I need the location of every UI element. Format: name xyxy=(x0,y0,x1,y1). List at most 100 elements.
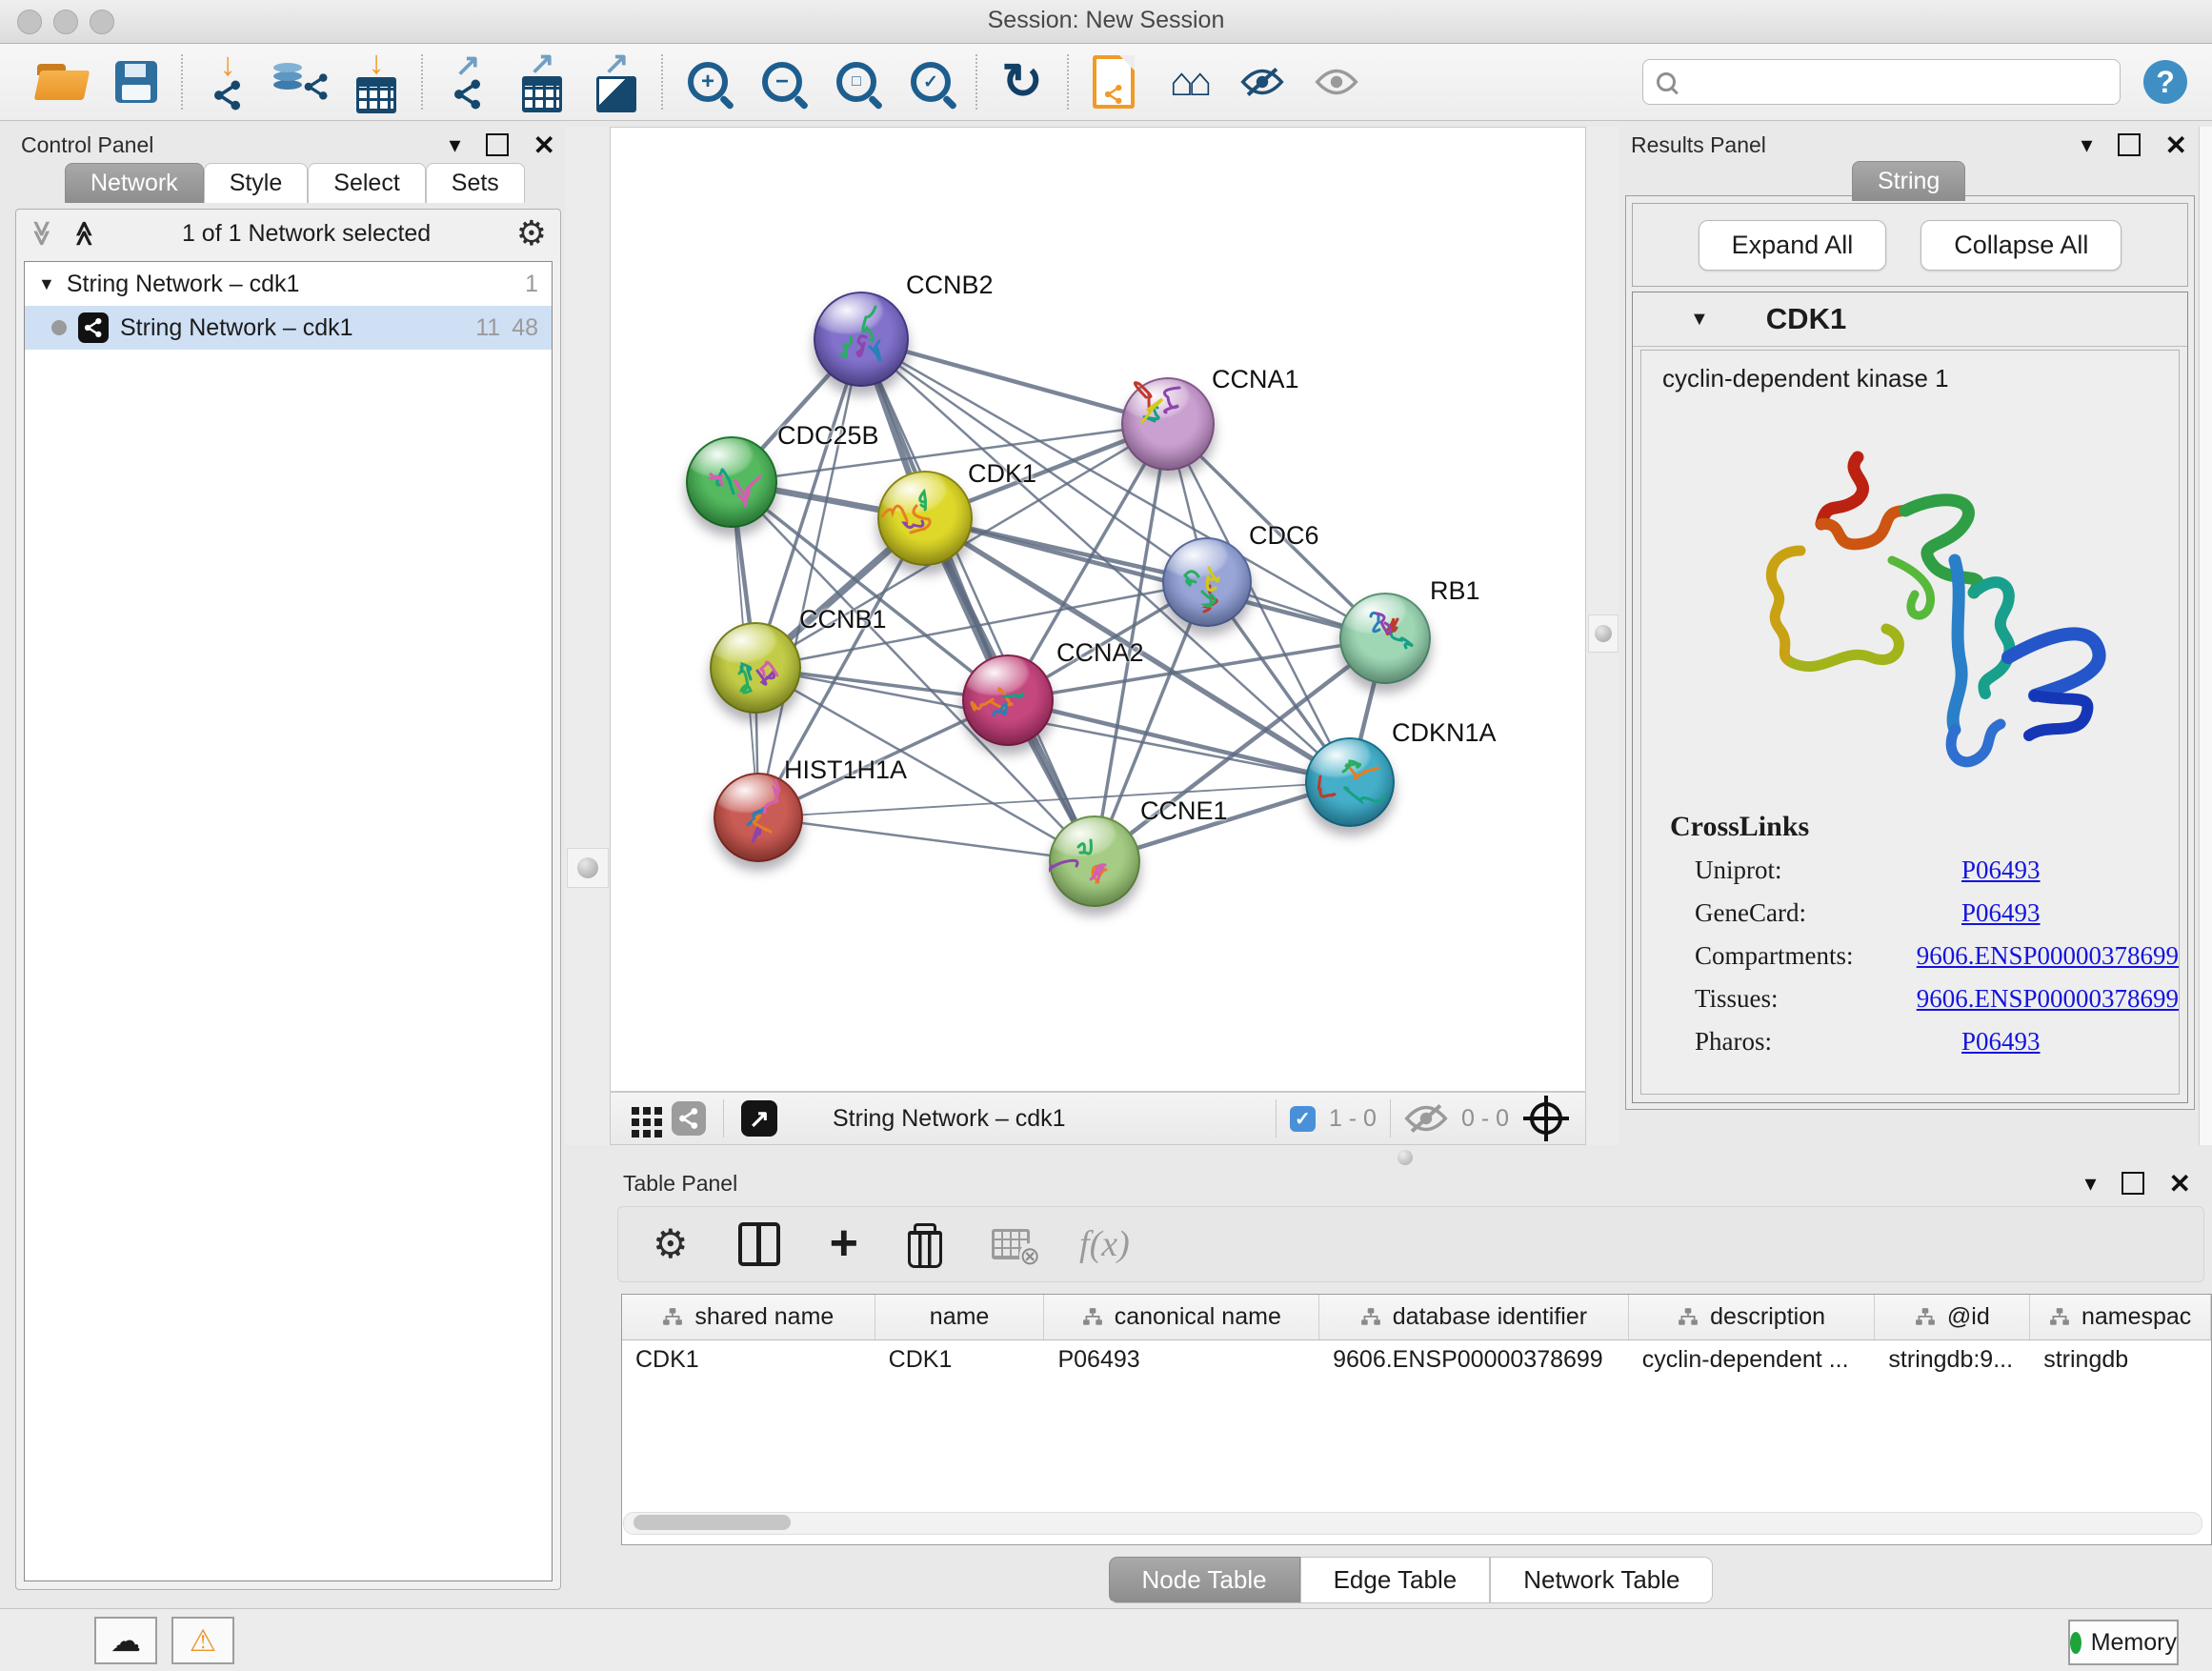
left-splitter[interactable] xyxy=(565,127,610,1145)
gene-section-header[interactable]: ▼ CDK1 xyxy=(1633,292,2187,347)
expand-all-networks-icon[interactable]: ≫ xyxy=(30,220,55,246)
show-columns-icon[interactable] xyxy=(738,1222,780,1266)
control-panel-float-icon[interactable] xyxy=(486,133,509,156)
crosslink-link[interactable]: P06493 xyxy=(1961,856,2041,885)
help-button[interactable]: ? xyxy=(2143,60,2187,104)
add-column-icon[interactable]: + xyxy=(830,1224,858,1264)
import-table-from-file-button[interactable]: ↓ xyxy=(339,51,413,112)
column-header-shared-name[interactable]: shared name xyxy=(622,1295,875,1339)
table-panel-float-icon[interactable] xyxy=(2122,1172,2144,1195)
export-image-button[interactable]: ↗ xyxy=(579,51,654,112)
tab-string[interactable]: String xyxy=(1852,161,1965,201)
section-collapse-triangle-icon[interactable]: ▼ xyxy=(1690,309,1709,331)
tab-select[interactable]: Select xyxy=(308,163,425,203)
crosslink-link[interactable]: P06493 xyxy=(1961,1027,2041,1057)
delete-column-icon[interactable] xyxy=(908,1231,942,1268)
open-session-button[interactable] xyxy=(25,51,99,112)
import-network-from-file-button[interactable]: ↓ xyxy=(191,51,265,112)
cell[interactable]: stringdb xyxy=(2030,1346,2211,1374)
network-canvas[interactable]: CCNB2CCNA1CDC25BCDK1CDC6RB1CCNB1CCNA2CDK… xyxy=(610,127,1586,1092)
tab-edge-table[interactable]: Edge Table xyxy=(1300,1557,1491,1603)
fit-selected-crosshair-icon[interactable] xyxy=(1530,1102,1562,1135)
node-CCNE1[interactable] xyxy=(1049,815,1140,907)
expand-all-button[interactable]: Expand All xyxy=(1699,220,1887,271)
string-import-button[interactable] xyxy=(1076,51,1151,112)
node-CCNA2[interactable] xyxy=(962,654,1054,746)
column-header-name[interactable]: name xyxy=(875,1295,1045,1339)
hidden-eye-slash-icon[interactable] xyxy=(1404,1103,1448,1134)
string-home-button[interactable]: ⌂⌂ xyxy=(1151,51,1225,112)
show-panels-button[interactable] xyxy=(1299,51,1374,112)
table-horizontal-scrollbar[interactable] xyxy=(623,1512,2202,1535)
column-header-canonical-name[interactable]: canonical name xyxy=(1044,1295,1319,1339)
horizontal-splitter-handle[interactable] xyxy=(1398,1150,1413,1165)
collapse-triangle-icon[interactable]: ▼ xyxy=(38,274,55,294)
zoom-fit-button[interactable]: □ xyxy=(819,51,894,112)
column-header-description[interactable]: description xyxy=(1629,1295,1876,1339)
warnings-button[interactable]: ⚠ xyxy=(171,1617,234,1664)
node-CCNB2[interactable] xyxy=(814,292,909,387)
cell[interactable]: cyclin-dependent ... xyxy=(1629,1346,1876,1374)
network-collection-row[interactable]: ▼ String Network – cdk1 1 xyxy=(25,262,552,306)
node-CDK1[interactable] xyxy=(877,471,973,566)
search-input[interactable] xyxy=(1676,63,2120,101)
table-options-gear-icon[interactable]: ⚙ xyxy=(653,1224,689,1264)
column-header-database-identifier[interactable]: database identifier xyxy=(1319,1295,1629,1339)
tab-network-table[interactable]: Network Table xyxy=(1490,1557,1713,1603)
export-table-button[interactable]: ↗ xyxy=(505,51,579,112)
right-splitter[interactable] xyxy=(1586,127,1619,1145)
export-network-button[interactable]: ↗ xyxy=(431,51,505,112)
zoom-out-button[interactable]: − xyxy=(745,51,819,112)
node-RB1[interactable] xyxy=(1339,593,1431,684)
crosslink-link[interactable]: 9606.ENSP00000378699 xyxy=(1917,984,2179,1014)
node-CCNB1[interactable] xyxy=(710,622,801,714)
cell[interactable]: CDK1 xyxy=(875,1346,1045,1374)
tab-sets[interactable]: Sets xyxy=(426,163,525,203)
tab-network[interactable]: Network xyxy=(65,163,204,203)
scrollbar-thumb[interactable] xyxy=(633,1515,791,1530)
zoom-in-button[interactable]: + xyxy=(671,51,745,112)
edge-CCNB2-HIST1H1A[interactable] xyxy=(758,339,861,817)
results-panel-menu-icon[interactable]: ▾ xyxy=(2081,131,2092,159)
column-header-namespac[interactable]: namespac xyxy=(2030,1295,2211,1339)
node-CDC6[interactable] xyxy=(1162,537,1252,627)
column-header--id[interactable]: @id xyxy=(1875,1295,2030,1339)
node-CDC25B[interactable] xyxy=(686,436,777,528)
collapse-all-button[interactable]: Collapse All xyxy=(1920,220,2122,271)
crosslink-link[interactable]: 9606.ENSP00000378699 xyxy=(1917,941,2179,971)
table-row[interactable]: CDK1CDK1P064939606.ENSP00000378699cyclin… xyxy=(622,1340,2211,1379)
save-session-button[interactable] xyxy=(99,51,173,112)
left-splitter-handle[interactable] xyxy=(567,848,609,888)
network-row[interactable]: String Network – cdk1 11 48 xyxy=(25,306,552,350)
zoom-selected-button[interactable]: ✓ xyxy=(894,51,968,112)
selected-checkbox-icon[interactable]: ✓ xyxy=(1290,1106,1316,1132)
node-CCNA1[interactable] xyxy=(1121,377,1215,471)
birds-eye-view-icon[interactable] xyxy=(632,1107,639,1115)
results-panel-float-icon[interactable] xyxy=(2118,133,2141,156)
cell[interactable]: P06493 xyxy=(1044,1346,1319,1374)
tab-style[interactable]: Style xyxy=(204,163,309,203)
control-panel-menu-icon[interactable]: ▾ xyxy=(449,131,460,159)
network-overview-share-icon[interactable] xyxy=(672,1101,706,1136)
right-splitter-handle[interactable] xyxy=(1588,614,1619,653)
cloud-button[interactable]: ☁ xyxy=(94,1617,157,1664)
apply-layout-button[interactable]: ↻ xyxy=(985,51,1059,112)
memory-button[interactable]: Memory xyxy=(2068,1620,2179,1665)
crosslink-link[interactable]: P06493 xyxy=(1961,898,2041,928)
edge-HIST1H1A-CCNE1[interactable] xyxy=(758,817,1095,861)
hide-panels-button[interactable] xyxy=(1225,51,1299,112)
control-panel-close-icon[interactable]: ✕ xyxy=(533,130,555,161)
cell[interactable]: 9606.ENSP00000378699 xyxy=(1319,1346,1629,1374)
detach-view-icon[interactable]: ↗ xyxy=(741,1100,777,1137)
tab-node-table[interactable]: Node Table xyxy=(1109,1557,1300,1603)
node-HIST1H1A[interactable] xyxy=(714,773,803,862)
node-CDKN1A[interactable] xyxy=(1305,737,1395,827)
table-panel-menu-icon[interactable]: ▾ xyxy=(2084,1170,2096,1198)
cell[interactable]: stringdb:9... xyxy=(1875,1346,2030,1374)
collapse-all-networks-icon[interactable]: ≫ xyxy=(71,220,96,246)
network-options-gear-icon[interactable]: ⚙ xyxy=(516,216,547,251)
import-network-from-database-button[interactable] xyxy=(265,51,339,112)
results-panel-close-icon[interactable]: ✕ xyxy=(2165,130,2187,161)
table-panel-close-icon[interactable]: ✕ xyxy=(2169,1168,2191,1199)
cell[interactable]: CDK1 xyxy=(622,1346,875,1374)
